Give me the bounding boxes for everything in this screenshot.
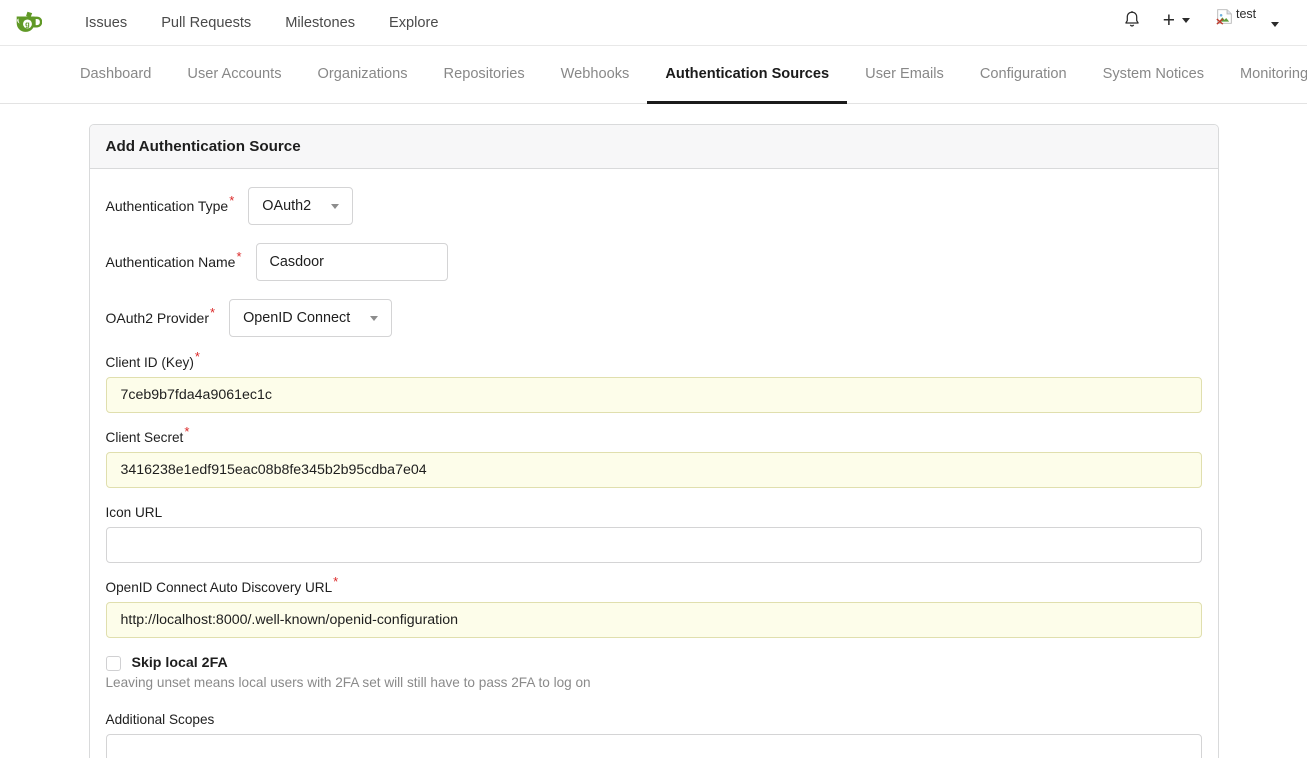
authentication-type-value: OAuth2	[262, 198, 311, 214]
label-skip-local-2fa[interactable]: Skip local 2FA	[132, 655, 228, 671]
gitea-logo[interactable]: g	[12, 8, 42, 38]
skip-local-2fa-checkbox[interactable]	[106, 656, 121, 671]
bell-icon	[1123, 10, 1141, 29]
chevron-down-icon	[370, 316, 378, 321]
tab-repositories[interactable]: Repositories	[426, 46, 543, 104]
field-skip-local-2fa[interactable]: Skip local 2FA	[106, 655, 1202, 671]
label-authentication-name: Authentication Name*	[106, 254, 242, 270]
field-authentication-type: Authentication Type* OAuth2	[106, 187, 1202, 225]
oauth2-provider-select[interactable]: OpenID Connect	[229, 299, 392, 337]
required-asterisk: *	[333, 574, 338, 589]
discovery-url-input[interactable]	[106, 602, 1202, 638]
tab-dashboard[interactable]: Dashboard	[62, 46, 169, 104]
label-text: OAuth2 Provider	[106, 310, 210, 326]
label-client-id: Client ID (Key)*	[106, 355, 1202, 370]
add-auth-source-card: Add Authentication Source Authentication…	[89, 124, 1219, 758]
required-asterisk: *	[184, 424, 189, 439]
top-navbar: g Issues Pull Requests Milestones Explor…	[0, 0, 1307, 46]
required-asterisk: *	[195, 349, 200, 364]
tab-user-emails[interactable]: User Emails	[847, 46, 962, 104]
label-text: OpenID Connect Auto Discovery URL	[106, 580, 333, 595]
create-new-button[interactable]: +	[1153, 7, 1200, 34]
field-discovery-url: OpenID Connect Auto Discovery URL*	[106, 580, 1202, 638]
oauth2-provider-value: OpenID Connect	[243, 310, 350, 326]
label-text: Icon URL	[106, 505, 163, 520]
nav-link-pull-requests[interactable]: Pull Requests	[144, 9, 268, 37]
nav-link-issues[interactable]: Issues	[68, 9, 144, 37]
chevron-down-icon	[1271, 22, 1279, 27]
auth-source-form: Authentication Type* OAuth2 Authenticati…	[90, 169, 1218, 758]
client-id-input[interactable]	[106, 377, 1202, 413]
tab-authentication-sources[interactable]: Authentication Sources	[647, 46, 847, 104]
user-menu-button[interactable]: test	[1200, 7, 1293, 37]
label-discovery-url: OpenID Connect Auto Discovery URL*	[106, 580, 1202, 595]
plus-icon: +	[1163, 10, 1175, 31]
label-additional-scopes: Additional Scopes	[106, 712, 1202, 727]
avatar-caret-wrapper	[1264, 7, 1279, 34]
nav-link-milestones[interactable]: Milestones	[268, 9, 372, 37]
field-oauth2-provider: OAuth2 Provider* OpenID Connect	[106, 299, 1202, 337]
label-icon-url: Icon URL	[106, 505, 1202, 520]
tab-webhooks[interactable]: Webhooks	[543, 46, 648, 104]
tab-monitoring[interactable]: Monitoring	[1222, 46, 1307, 104]
field-authentication-name: Authentication Name*	[106, 243, 1202, 281]
navbar-right-actions: + test	[1111, 0, 1293, 46]
client-secret-input[interactable]	[106, 452, 1202, 488]
label-client-secret: Client Secret*	[106, 430, 1202, 445]
label-oauth2-provider: OAuth2 Provider*	[106, 310, 216, 326]
primary-nav-links: Issues Pull Requests Milestones Explore	[68, 9, 455, 37]
authentication-type-select[interactable]: OAuth2	[248, 187, 353, 225]
label-text: Authentication Name	[106, 254, 236, 270]
page-title: Add Authentication Source	[90, 125, 1218, 169]
chevron-down-icon	[1182, 18, 1190, 23]
field-additional-scopes: Additional Scopes	[106, 712, 1202, 758]
admin-subnav: Dashboard User Accounts Organizations Re…	[0, 46, 1307, 104]
label-text: Client ID (Key)	[106, 355, 194, 370]
authentication-name-input[interactable]	[256, 243, 448, 281]
admin-tabs: Dashboard User Accounts Organizations Re…	[62, 46, 1307, 103]
icon-url-input[interactable]	[106, 527, 1202, 563]
notifications-button[interactable]	[1111, 7, 1153, 32]
avatar-alt-text: test	[1236, 7, 1256, 21]
label-text: Authentication Type	[106, 198, 229, 214]
field-client-secret: Client Secret*	[106, 430, 1202, 488]
avatar: test	[1216, 7, 1262, 37]
chevron-down-icon	[331, 204, 339, 209]
tab-system-notices[interactable]: System Notices	[1085, 46, 1222, 104]
required-asterisk: *	[236, 249, 241, 264]
field-icon-url: Icon URL	[106, 505, 1202, 563]
svg-text:g: g	[25, 19, 30, 28]
label-authentication-type: Authentication Type*	[106, 198, 235, 214]
required-asterisk: *	[210, 305, 215, 320]
page-content: Add Authentication Source Authentication…	[0, 104, 1307, 758]
additional-scopes-input[interactable]	[106, 734, 1202, 758]
required-asterisk: *	[229, 193, 234, 208]
nav-link-explore[interactable]: Explore	[372, 9, 455, 37]
tab-configuration[interactable]: Configuration	[962, 46, 1085, 104]
broken-image-icon	[1216, 8, 1233, 25]
field-client-id: Client ID (Key)*	[106, 355, 1202, 413]
label-text: Client Secret	[106, 430, 184, 445]
skip-local-2fa-help-text: Leaving unset means local users with 2FA…	[106, 675, 1202, 690]
tab-user-accounts[interactable]: User Accounts	[169, 46, 299, 104]
tab-organizations[interactable]: Organizations	[300, 46, 426, 104]
